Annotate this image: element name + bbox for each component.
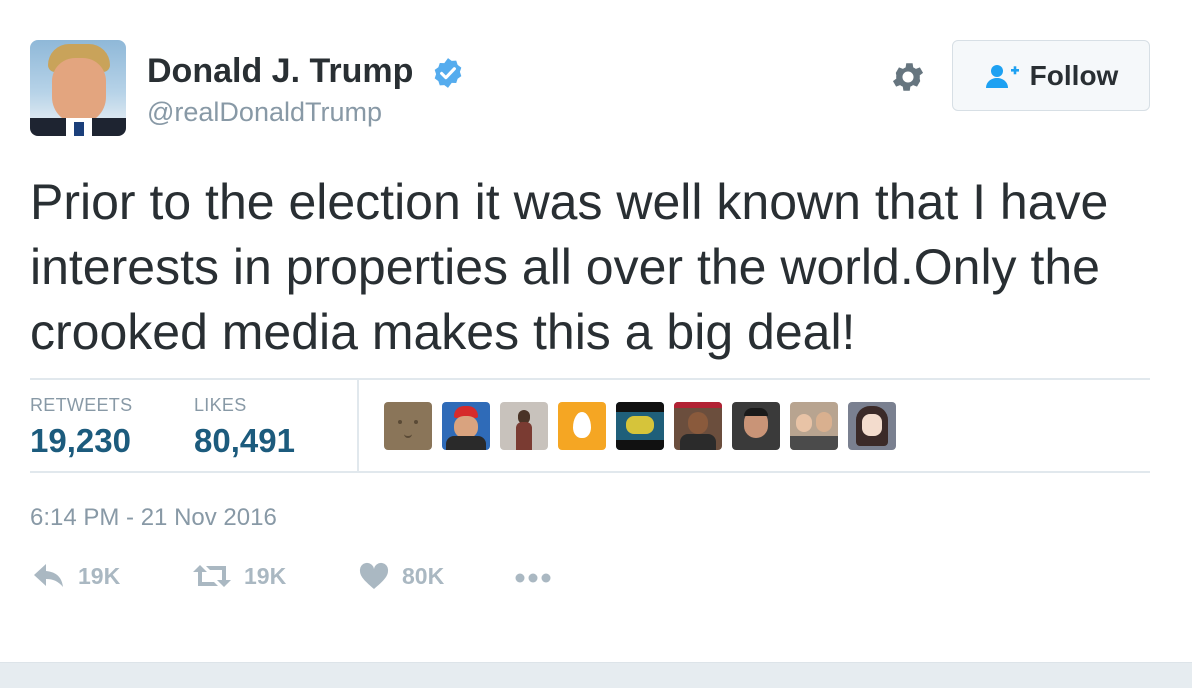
retweets-stat[interactable]: RETWEETS 19,230 — [30, 395, 132, 460]
like-button[interactable]: 80K — [358, 562, 444, 590]
tweet-text-line-1: Prior to the election it was well known … — [30, 174, 1109, 230]
likes-stat[interactable]: LIKES 80,491 — [194, 395, 295, 460]
add-user-icon — [985, 64, 1019, 88]
reply-count: 19K — [78, 562, 121, 589]
tweet-text-line-2: interests in properties all over the wor… — [30, 239, 1100, 295]
tweet-timestamp[interactable]: 6:14 PM - 21 Nov 2016 — [30, 504, 277, 532]
follow-button[interactable]: Follow — [952, 40, 1150, 111]
reply-icon — [34, 564, 63, 587]
stats-divider-bottom — [30, 471, 1150, 473]
more-icon — [515, 573, 551, 583]
liked-by-avatars — [384, 402, 896, 450]
gear-icon[interactable] — [889, 58, 927, 96]
liker-avatar-5[interactable] — [616, 402, 664, 450]
retweets-label: RETWEETS — [30, 395, 133, 415]
footer-strip — [0, 662, 1192, 688]
tweet-card: Donald J. Trump @realDonaldTrump Follow … — [0, 0, 1192, 662]
likes-label: LIKES — [194, 395, 247, 415]
heart-icon — [359, 562, 389, 589]
author-handle[interactable]: @realDonaldTrump — [147, 97, 382, 128]
liker-avatar-7[interactable] — [732, 402, 780, 450]
avatar-tie — [74, 122, 84, 136]
tweet-text: Prior to the election it was well known … — [30, 170, 1170, 365]
liker-avatar-4[interactable] — [558, 402, 606, 450]
likes-count: 80,491 — [194, 422, 295, 459]
tweet-text-line-3: crooked media makes this a big deal! — [30, 304, 856, 360]
retweet-count: 19K — [244, 562, 287, 589]
avatar-face — [52, 58, 106, 124]
retweets-count: 19,230 — [30, 422, 131, 459]
liker-avatar-9[interactable] — [848, 402, 896, 450]
author-avatar[interactable] — [30, 40, 126, 136]
liker-avatar-1[interactable] — [384, 402, 432, 450]
more-button[interactable] — [514, 572, 552, 584]
author-name[interactable]: Donald J. Trump — [147, 52, 413, 91]
reply-button[interactable]: 19K — [32, 562, 120, 590]
liker-avatar-8[interactable] — [790, 402, 838, 450]
like-count: 80K — [402, 562, 445, 589]
retweet-button[interactable]: 19K — [192, 562, 286, 590]
liker-avatar-6[interactable] — [674, 402, 722, 450]
verified-badge-icon — [434, 58, 462, 88]
stats-divider-top — [30, 378, 1150, 380]
liker-avatar-2[interactable] — [442, 402, 490, 450]
follow-label: Follow — [1029, 59, 1119, 91]
stats-vertical-divider — [357, 380, 359, 471]
retweet-icon — [193, 565, 231, 587]
liker-avatar-3[interactable] — [500, 402, 548, 450]
